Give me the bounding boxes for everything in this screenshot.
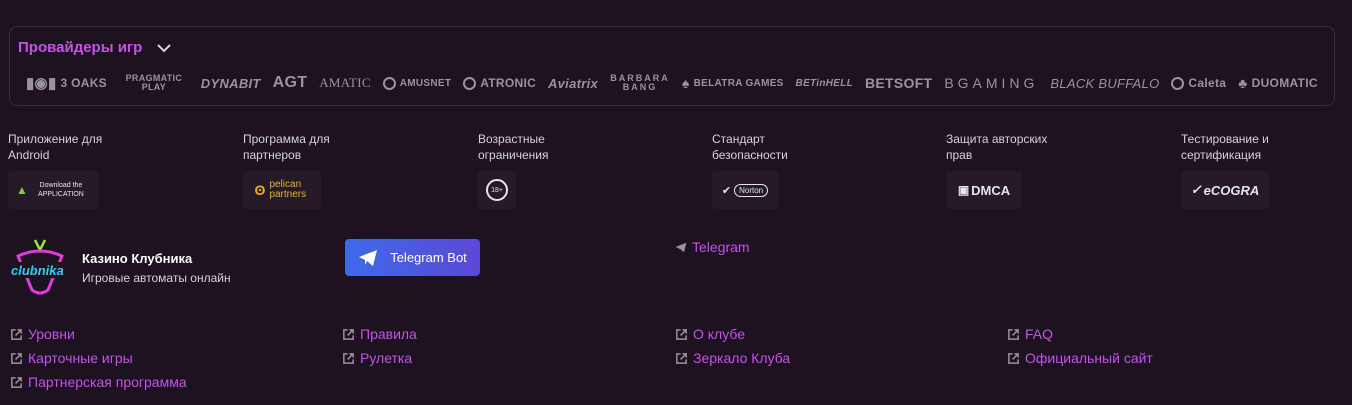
checkmark-icon: ✔ [721, 184, 732, 197]
provider-logo-bgaming[interactable]: BGAMING [944, 75, 1038, 91]
badge-security: Стандарт безопасности ✔ Norton [712, 131, 912, 209]
telegram-small-icon [675, 242, 687, 252]
link-about[interactable]: О клубе [675, 326, 745, 342]
dmca-badge[interactable]: ▣ DMCA [946, 171, 1022, 209]
clubnika-logo: clubnika [8, 238, 72, 298]
ecogra-badge[interactable]: ✓ eCOGRA [1181, 171, 1269, 209]
providers-toggle[interactable]: Провайдеры игр [18, 39, 172, 56]
badge-age: Возрастные ограничения 18+ [478, 131, 678, 209]
badge-android: Приложение для Android ▲ Download the APP… [8, 131, 208, 209]
caleta-icon [1171, 76, 1185, 90]
badge-partners: Программа для партнеров ʘ pelican partner… [243, 131, 443, 209]
provider-logos: ▮◉▮ 3 OAKS PRAGMATIC PLAY DYNABIT AGT AMA… [26, 71, 1318, 95]
provider-logo-barbara-bang[interactable]: BARBARA BANG [610, 74, 670, 92]
amusnet-icon [382, 76, 396, 90]
provider-logo-caleta[interactable]: Caleta [1171, 76, 1226, 90]
android-icon: ▲ [16, 182, 28, 197]
external-link-icon [343, 328, 354, 340]
lock-icon: ▣ [957, 183, 970, 197]
provider-logo-belatra[interactable]: ♠ BELATRA GAMES [682, 75, 784, 91]
badge-label: Тестирование и сертификация [1181, 132, 1269, 162]
spade-icon: ♠ [681, 75, 690, 91]
casino-brand[interactable]: clubnika Казино Клубника Игровые автомат… [8, 238, 231, 298]
external-link-icon [1008, 328, 1019, 340]
norton-badge[interactable]: ✔ Norton [712, 171, 778, 209]
provider-logo-dynabit[interactable]: DYNABIT [201, 76, 261, 91]
provider-logo-agt[interactable]: AGT [273, 74, 308, 92]
provider-logo-pragmatic[interactable]: PRAGMATIC PLAY [119, 74, 189, 92]
link-card-games[interactable]: Карточные игры [10, 350, 133, 366]
pelican-partners-link[interactable]: ʘ pelican partners [243, 171, 321, 209]
provider-logo-black-buffalo[interactable]: BLACK BUFFALO [1050, 76, 1159, 91]
atronic-icon [463, 76, 477, 90]
external-link-icon [676, 352, 687, 364]
telegram-link[interactable]: Telegram [675, 239, 750, 255]
external-link-icon [676, 328, 687, 340]
age-limit-badge[interactable]: 18+ [478, 171, 516, 209]
link-faq[interactable]: FAQ [1007, 326, 1053, 342]
providers-title: Провайдеры игр [18, 39, 143, 56]
providers-panel: Провайдеры игр ▮◉▮ 3 OAKS PRAGMATIC PLAY … [9, 26, 1335, 106]
external-link-icon [343, 352, 354, 364]
provider-logo-amusnet[interactable]: AMUSNET [382, 76, 452, 90]
provider-logo-amatic[interactable]: AMATIC [319, 75, 371, 91]
badge-label: Стандарт безопасности [712, 132, 788, 162]
external-link-icon [1008, 352, 1019, 364]
provider-logo-atronic[interactable]: ATRONIC [463, 76, 536, 90]
brand-name: Казино Клубника [82, 251, 193, 266]
provider-logo-aviatrix[interactable]: Aviatrix [548, 76, 598, 91]
provider-logo-betsoft[interactable]: BETSOFT [865, 75, 932, 91]
provider-logo-betinhell[interactable]: BETinHELL [796, 78, 854, 89]
badge-label: Приложение для Android [8, 132, 103, 162]
telegram-bot-button[interactable]: Telegram Bot [345, 239, 480, 276]
badge-label: Защита авторских прав [946, 132, 1048, 162]
provider-logo-duomatic[interactable]: ♣ DUOMATIC [1238, 75, 1318, 91]
badge-copyright: Защита авторских прав ▣ DMCA [946, 131, 1146, 209]
link-mirror[interactable]: Зеркало Клуба [675, 350, 790, 366]
brand-tagline: Игровые автоматы онлайн [82, 271, 231, 285]
link-rules[interactable]: Правила [342, 326, 417, 342]
external-link-icon [11, 376, 22, 388]
badge-label: Программа для партнеров [243, 132, 330, 162]
telegram-icon [359, 249, 378, 266]
club-icon: ♣ [1238, 75, 1248, 91]
link-levels[interactable]: Уровни [10, 326, 75, 342]
ecogra-check-icon: ✓ [1190, 182, 1202, 197]
badges-row: Приложение для Android ▲ Download the APP… [8, 131, 1352, 211]
android-app-button[interactable]: ▲ Download the APPLICATION [8, 171, 98, 209]
badge-label: Возрастные ограничения [478, 132, 549, 162]
external-link-icon [11, 352, 22, 364]
badge-testing: Тестирование и сертификация ✓ eCOGRA [1181, 131, 1352, 209]
link-roulette[interactable]: Рулетка [342, 350, 412, 366]
link-partner-program[interactable]: Партнерская программа [10, 374, 187, 390]
external-link-icon [11, 328, 22, 340]
pelican-icon: ʘ [254, 182, 266, 198]
link-official-site[interactable]: Официальный сайт [1007, 350, 1153, 366]
chevron-down-icon [157, 43, 172, 52]
provider-logo-3oaks[interactable]: ▮◉▮ 3 OAKS [26, 74, 107, 92]
